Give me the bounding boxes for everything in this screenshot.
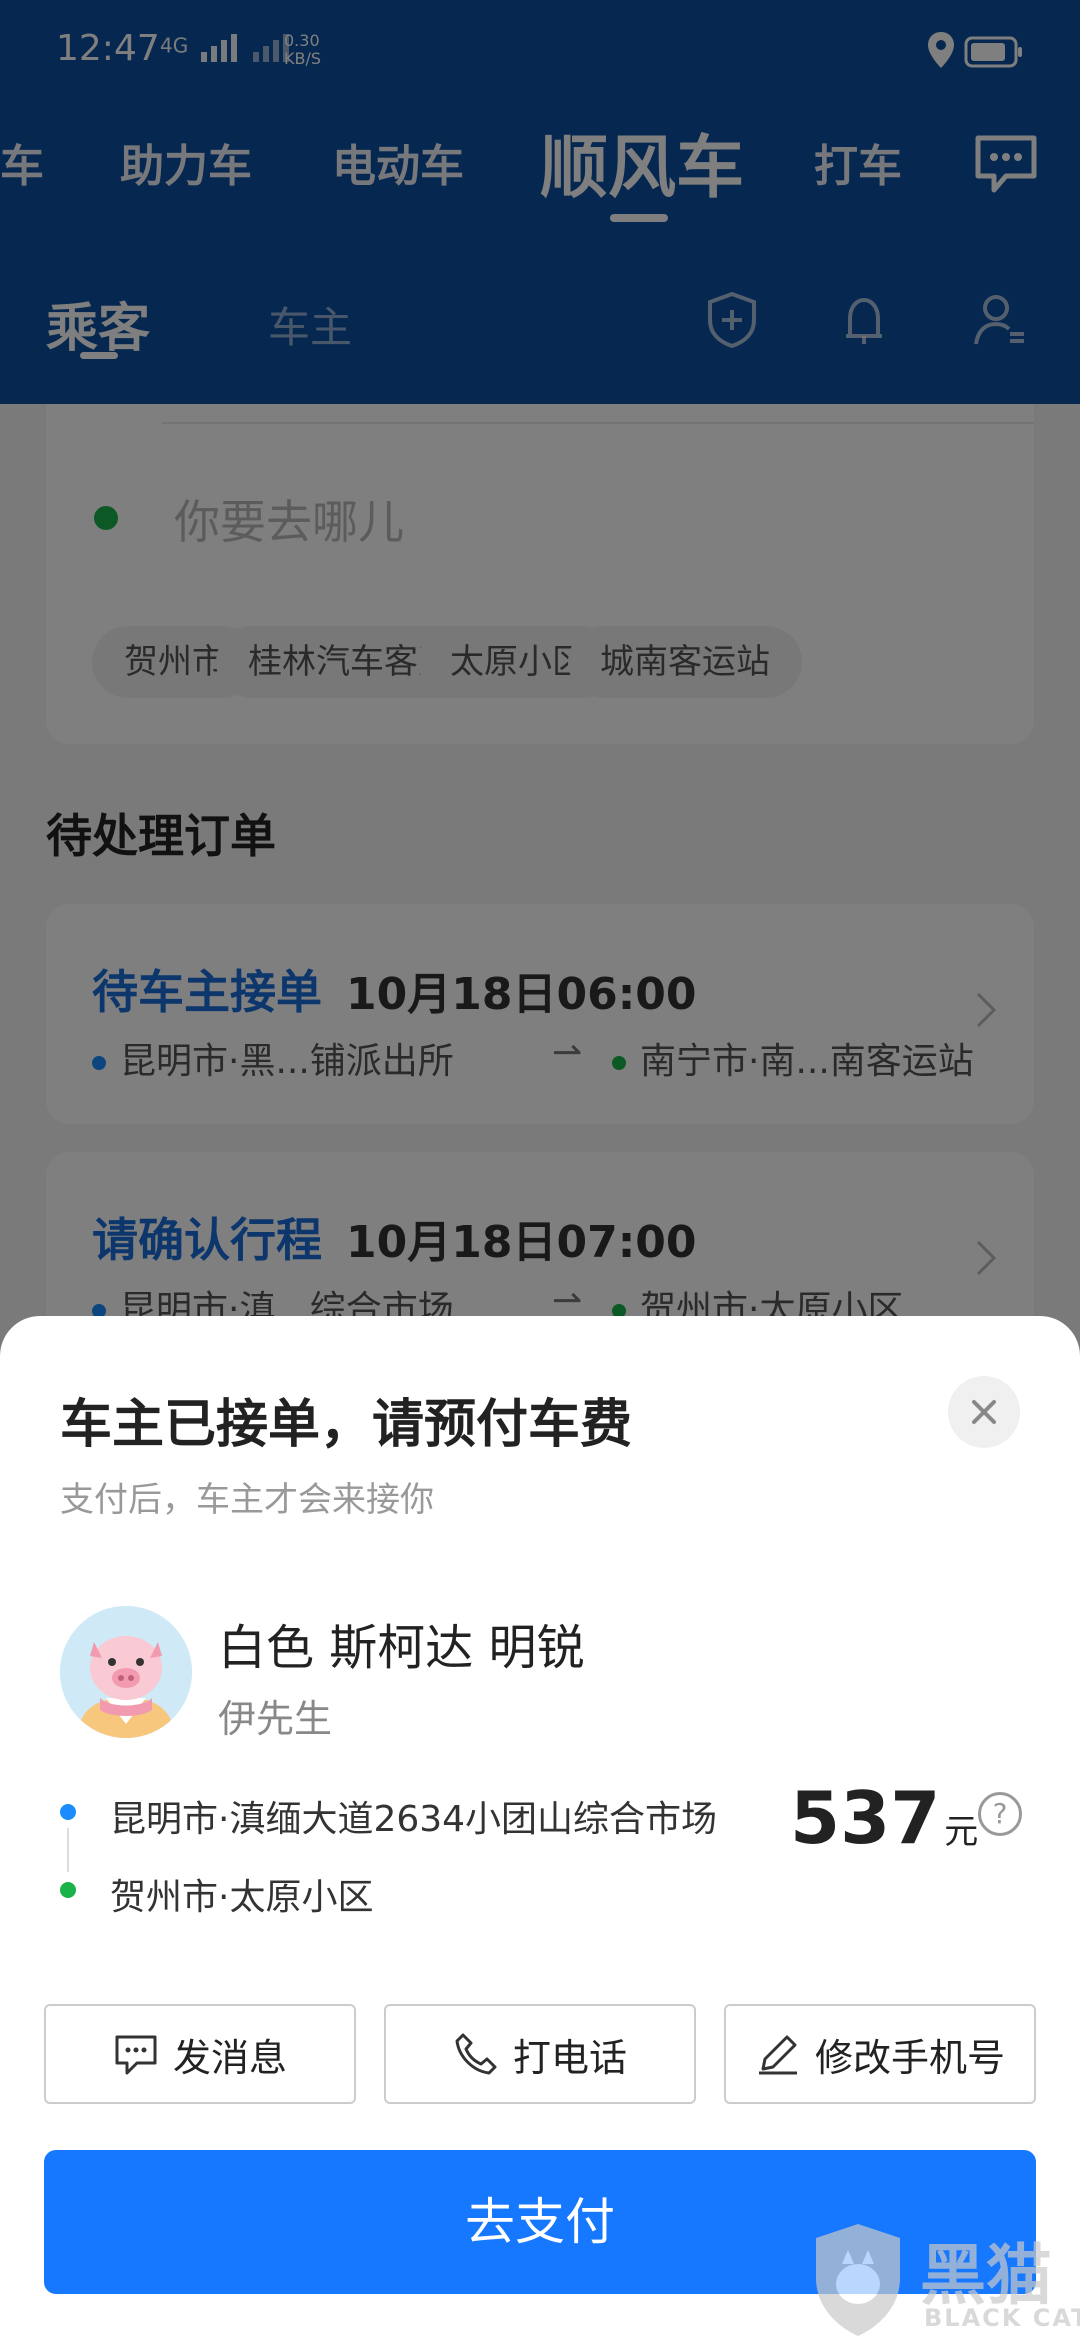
driver-name: 伊先生 [218, 1697, 333, 1741]
call-label: 打电话 [512, 2035, 627, 2080]
pig-avatar-icon [60, 1606, 192, 1738]
fare-unit: 元 [944, 1812, 979, 1852]
close-button[interactable] [948, 1376, 1020, 1448]
prepay-sheet: 车主已接单，请预付车费 支付后，车主才会来接你 白色 斯柯达 明锐 伊先生 昆明… [0, 1316, 1080, 2340]
sheet-subtitle: 支付后，车主才会来接你 [60, 1480, 434, 1520]
phone-icon [455, 2033, 497, 2075]
contact-actions: 发消息 打电话 修改手机号 [44, 2004, 1038, 2104]
call-button[interactable]: 打电话 [384, 2004, 696, 2104]
sheet-title: 车主已接单，请预付车费 [60, 1395, 633, 1455]
trip-from: 昆明市·滇缅大道2634小团山综合市场 [110, 1799, 718, 1840]
close-icon [972, 1400, 996, 1424]
edit-phone-button[interactable]: 修改手机号 [724, 2004, 1036, 2104]
trip-route: 昆明市·滇缅大道2634小团山综合市场 贺州市·太原小区 537 元 ? [60, 1776, 1022, 1936]
app-screen: 12:47 4G 0.30 KB/S [0, 0, 1080, 2340]
origin-dot-icon [60, 1804, 76, 1820]
cat-shield-logo-icon [816, 2224, 900, 2336]
driver-avatar [60, 1606, 192, 1738]
fare-amount: 537 [790, 1776, 941, 1860]
watermark-subtext: BLACK CAT [924, 2304, 1080, 2332]
send-message-label: 发消息 [172, 2035, 287, 2080]
trip-to: 贺州市·太原小区 [110, 1877, 374, 1918]
chat-bubble-icon [115, 2035, 157, 2075]
fare-help-icon[interactable]: ? [978, 1792, 1022, 1836]
edit-phone-label: 修改手机号 [814, 2035, 1005, 2080]
route-connector [67, 1828, 69, 1872]
watermark: 黑猫 BLACK CAT [808, 2220, 1080, 2340]
fare: 537 元 [790, 1776, 978, 1860]
pencil-icon [758, 2035, 797, 2075]
send-message-button[interactable]: 发消息 [44, 2004, 356, 2104]
destination-dot-icon [60, 1882, 76, 1898]
car-description: 白色 斯柯达 明锐 [218, 1620, 585, 1676]
